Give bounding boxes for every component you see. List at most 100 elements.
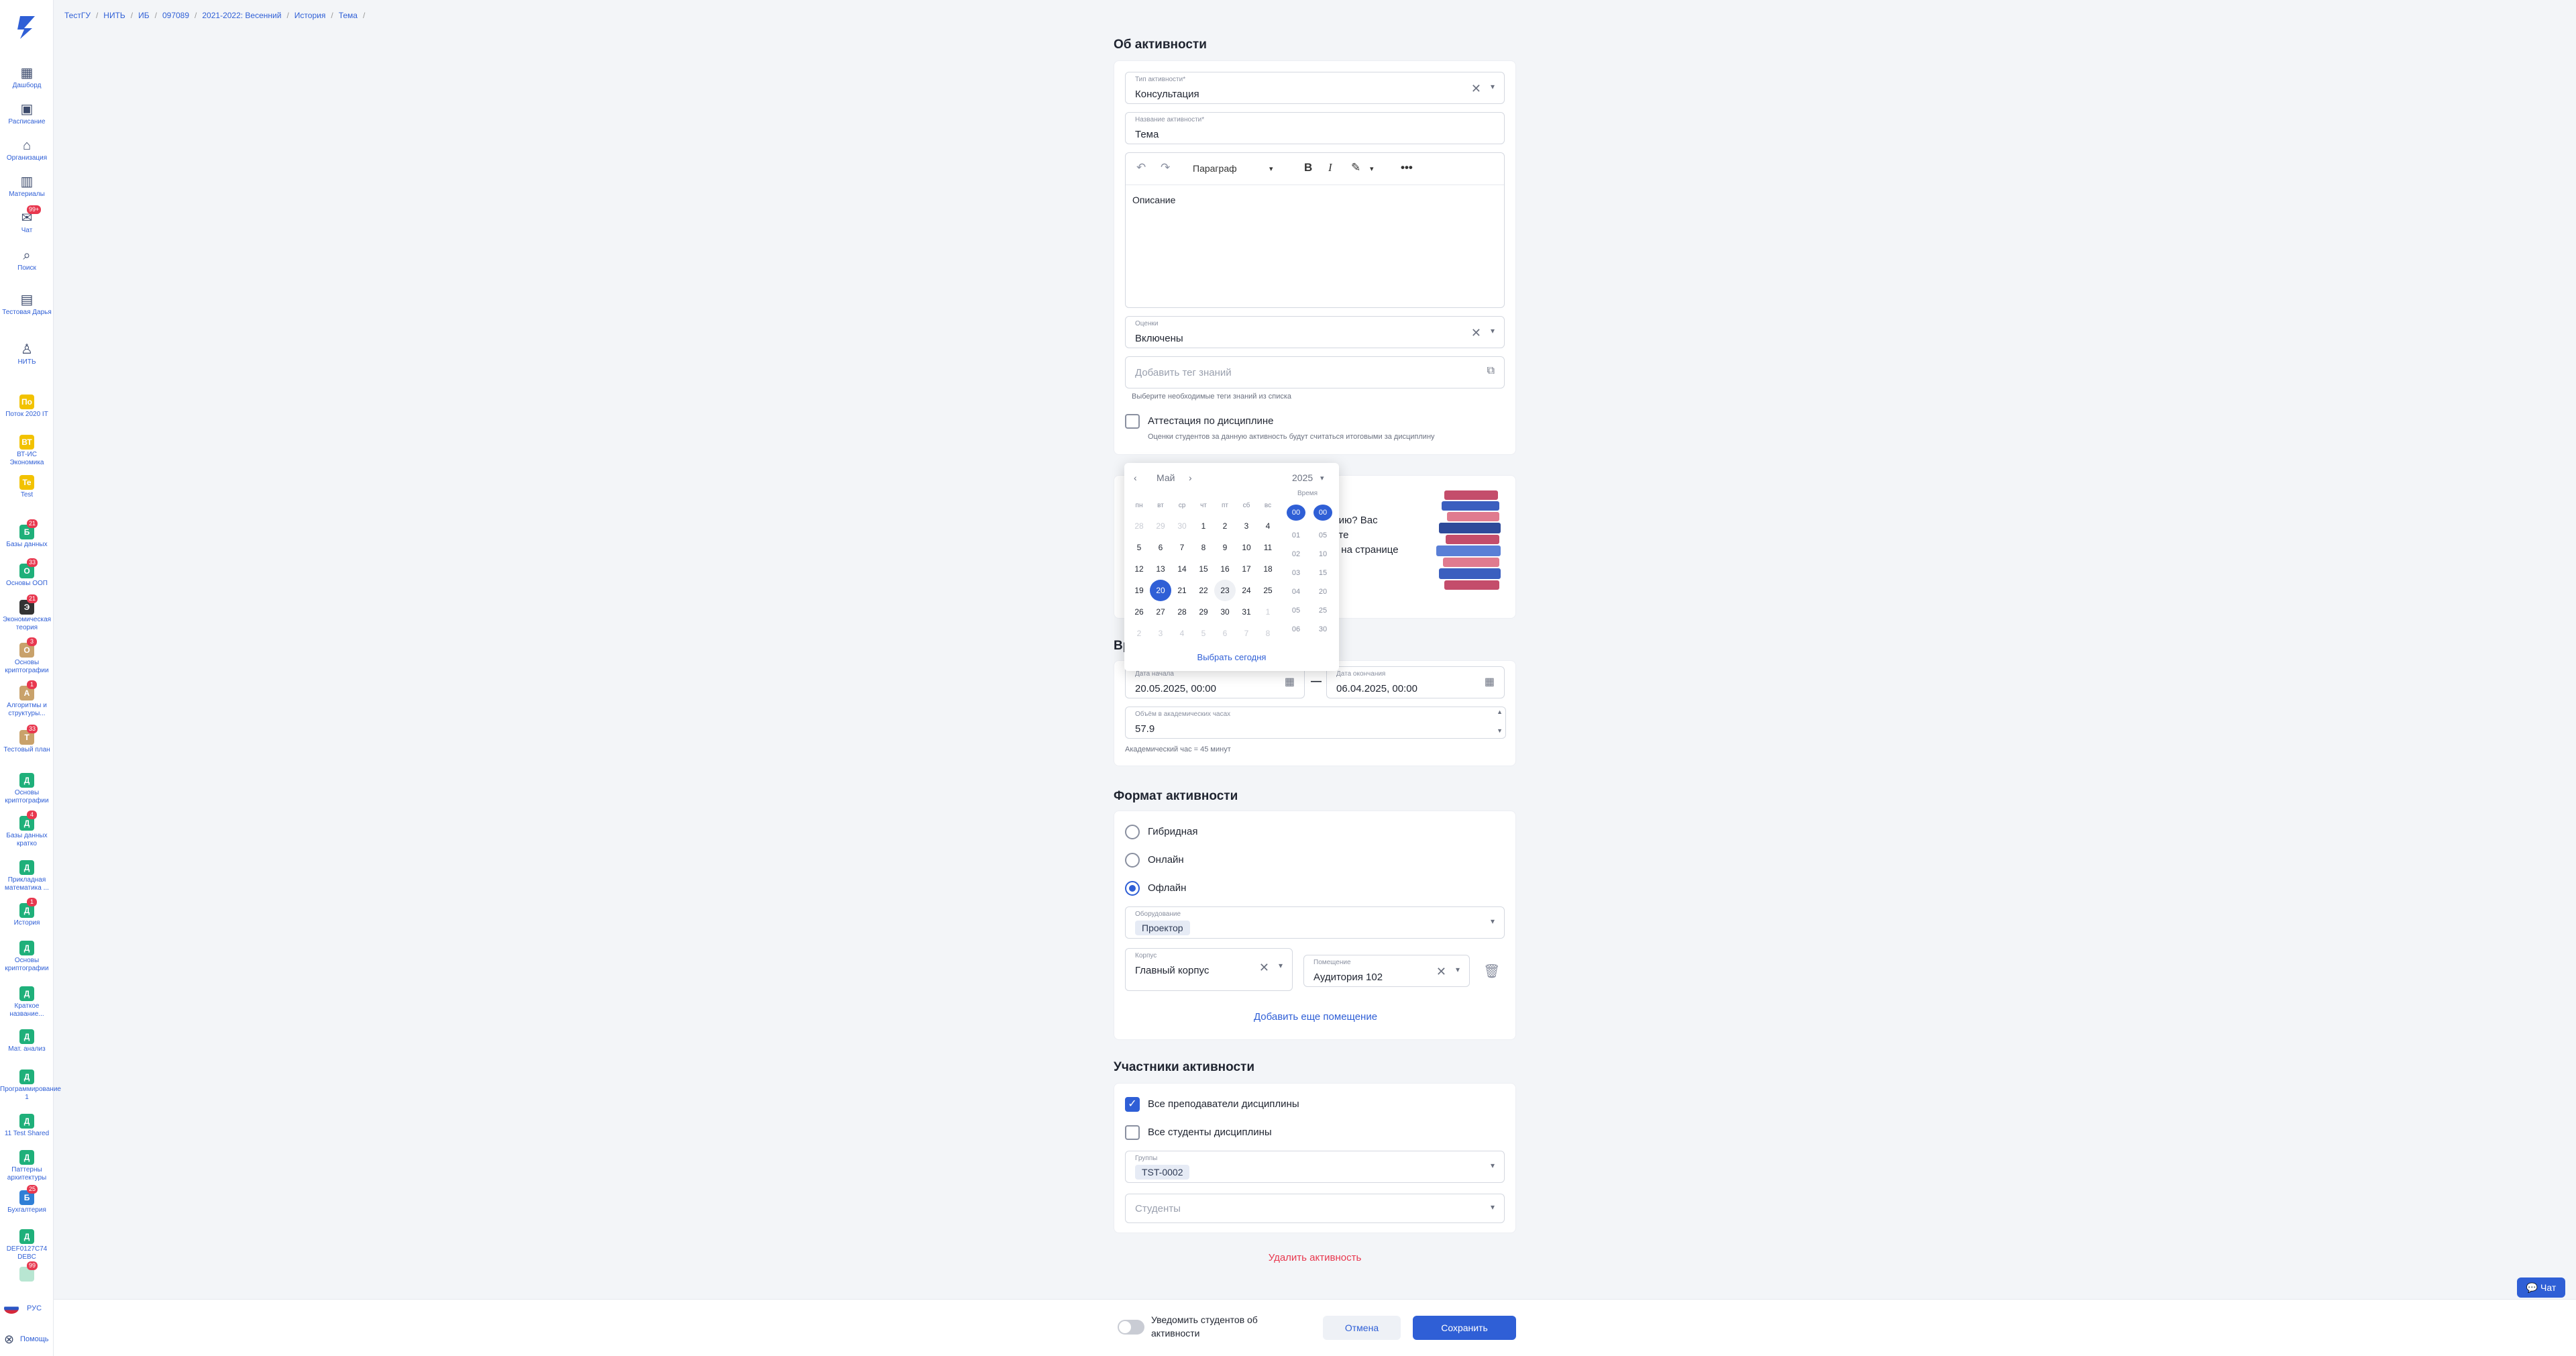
sidebar-item[interactable]: ♙ НИТЬ — [0, 342, 54, 366]
delete-room-icon[interactable]: 🗑 — [1483, 963, 1500, 980]
sidebar-course-item[interactable]: Д 4 Базы данных кратко — [0, 811, 54, 848]
chevron-down-icon[interactable]: ▾ — [1491, 82, 1495, 91]
chevron-down-icon[interactable]: ▾ — [1456, 965, 1460, 974]
calendar-day[interactable]: 2 — [1214, 515, 1236, 537]
calendar-day[interactable]: 8 — [1193, 537, 1214, 558]
sidebar-item[interactable]: ▣ Расписание — [0, 102, 54, 126]
calendar-day[interactable]: 11 — [1257, 537, 1279, 558]
calendar-day[interactable]: 10 — [1236, 537, 1257, 558]
format-offline-radio[interactable] — [1125, 881, 1140, 896]
calendar-day[interactable]: 4 — [1171, 623, 1193, 644]
year-select[interactable]: 2025 — [1292, 472, 1313, 483]
all-students-checkbox[interactable] — [1125, 1125, 1140, 1140]
sidebar-course-item[interactable]: Д Основы криптографии — [0, 773, 54, 805]
calendar-day[interactable]: 18 — [1257, 558, 1279, 580]
students-select[interactable]: Студенты ▾ — [1125, 1194, 1505, 1223]
format-online-radio[interactable] — [1125, 853, 1140, 868]
redo-icon[interactable]: ↷ — [1161, 161, 1170, 174]
prev-month-icon[interactable]: ‹ — [1134, 472, 1137, 483]
delete-activity-link[interactable]: Удалить активность — [1114, 1252, 1516, 1263]
calendar-day[interactable]: 5 — [1128, 537, 1150, 558]
chevron-down-icon[interactable]: ▾ — [1491, 326, 1495, 335]
start-date-field[interactable]: Дата начала 20.05.2025, 00:00 ▦ — [1125, 666, 1305, 698]
calendar-day[interactable]: 6 — [1214, 623, 1236, 644]
cancel-button[interactable]: Отмена — [1323, 1316, 1401, 1340]
breadcrumb-item[interactable]: 2021-2022: Весенний — [202, 11, 281, 20]
groups-select[interactable]: Группы TST-0002 ▾ — [1125, 1151, 1505, 1183]
equipment-tag[interactable]: Проектор — [1135, 921, 1190, 935]
notify-students-toggle[interactable] — [1118, 1320, 1144, 1335]
calendar-day[interactable]: 30 — [1171, 515, 1193, 537]
minute-option[interactable]: 30 — [1313, 625, 1332, 633]
breadcrumb-item[interactable]: НИТЬ — [103, 11, 125, 20]
calendar-day[interactable]: 7 — [1171, 537, 1193, 558]
academic-hours-field[interactable]: Объём в академических часах 57.9 ▲ ▼ — [1125, 707, 1506, 739]
hour-option[interactable]: 01 — [1287, 531, 1305, 539]
minute-option[interactable]: 00 — [1313, 505, 1332, 521]
chevron-down-icon[interactable]: ▾ — [1491, 917, 1495, 926]
hour-option[interactable]: 02 — [1287, 550, 1305, 558]
breadcrumb-item[interactable]: Тема — [339, 11, 358, 20]
calendar-day[interactable]: 17 — [1236, 558, 1257, 580]
calendar-day[interactable]: 26 — [1128, 601, 1150, 623]
calendar-day[interactable]: 25 — [1257, 580, 1279, 601]
chevron-down-icon[interactable]: ▾ — [1269, 164, 1273, 173]
sidebar-course-item[interactable]: Д Краткое название... — [0, 986, 54, 1019]
sidebar-course-item[interactable]: Б 21 Базы данных — [0, 519, 54, 549]
breadcrumb-item[interactable]: 097089 — [162, 11, 189, 20]
calendar-day[interactable]: 30 — [1214, 601, 1236, 623]
room-select[interactable]: Помещение Аудитория 102 ✕ ▾ — [1303, 955, 1470, 987]
minute-option[interactable]: 05 — [1313, 531, 1332, 539]
sidebar-course-item[interactable]: Э 21 Экономическая теория — [0, 594, 54, 632]
calendar-day[interactable]: 12 — [1128, 558, 1150, 580]
minute-option[interactable]: 25 — [1313, 607, 1332, 615]
calendar-day[interactable]: 4 — [1257, 515, 1279, 537]
hour-option[interactable]: 00 — [1287, 505, 1305, 521]
group-tag[interactable]: TST-0002 — [1135, 1165, 1190, 1180]
sidebar-course-item[interactable]: По Поток 2020 IT — [0, 395, 54, 419]
calendar-day[interactable]: 28 — [1171, 601, 1193, 623]
hour-option[interactable]: 04 — [1287, 588, 1305, 596]
italic-icon[interactable]: I — [1328, 161, 1332, 174]
sidebar-course-item[interactable]: Д Прикладная математика ... — [0, 860, 54, 892]
more-icon[interactable]: ••• — [1401, 161, 1413, 174]
format-hybrid-radio[interactable] — [1125, 825, 1140, 839]
sidebar-course-item[interactable]: Д 11 Test Shared — [0, 1114, 54, 1138]
calendar-day[interactable]: 29 — [1150, 515, 1171, 537]
calendar-day[interactable]: 16 — [1214, 558, 1236, 580]
knowledge-tags-input[interactable]: Добавить тег знаний ⧉ — [1125, 356, 1505, 388]
breadcrumb-item[interactable]: История — [294, 11, 326, 20]
sidebar-course-item[interactable]: Б 25 Бухгалтерия — [0, 1185, 54, 1214]
add-room-link[interactable]: Добавить еще помещение — [1114, 1011, 1517, 1023]
chevron-down-icon[interactable]: ▾ — [1491, 1202, 1495, 1212]
month-label[interactable]: Май — [1157, 472, 1175, 483]
calendar-day[interactable]: 20 — [1150, 580, 1171, 601]
sidebar-course-item[interactable]: Te Test — [0, 475, 54, 499]
sidebar-course-item[interactable]: А 1 Алгоритмы и структуры... — [0, 680, 54, 718]
sidebar-course-item[interactable]: Д Программирование 1 — [0, 1070, 61, 1102]
minute-option[interactable]: 20 — [1313, 588, 1332, 596]
activity-type-select[interactable]: Тип активности* Консультация ✕ ▾ — [1125, 72, 1505, 104]
minute-option[interactable]: 10 — [1313, 550, 1332, 558]
calendar-day[interactable]: 31 — [1236, 601, 1257, 623]
building-select[interactable]: Корпус Главный корпус ✕ ▾ — [1125, 948, 1293, 991]
sidebar-item[interactable]: ⌕ Поиск — [0, 248, 54, 272]
calendar-day[interactable]: 1 — [1193, 515, 1214, 537]
calendar-day[interactable]: 21 — [1171, 580, 1193, 601]
sidebar-item[interactable]: ⌂ Организация — [0, 138, 54, 162]
bold-icon[interactable]: B — [1304, 161, 1312, 174]
hour-option[interactable]: 03 — [1287, 569, 1305, 577]
sidebar-course-item[interactable]: О 33 Основы ООП — [0, 558, 54, 588]
paragraph-style-select[interactable]: Параграф — [1193, 163, 1237, 174]
sidebar-course-item[interactable]: Д DEF0127С74 DEBC — [0, 1229, 54, 1261]
calendar-day[interactable]: 29 — [1193, 601, 1214, 623]
sidebar-item[interactable]: ✉ 99+ Чат — [0, 205, 54, 235]
sidebar-course-item[interactable]: О 3 Основы криптографии — [0, 637, 54, 675]
calendar-day[interactable]: 5 — [1193, 623, 1214, 644]
clear-icon[interactable]: ✕ — [1259, 961, 1269, 975]
clear-icon[interactable]: ✕ — [1471, 82, 1481, 96]
grades-select[interactable]: Оценки Включены ✕ ▾ — [1125, 316, 1505, 348]
sidebar-course-item[interactable]: ВТ ВТ-ИС Экономика — [0, 435, 54, 467]
sidebar-item[interactable]: ▦ Дашборд — [0, 66, 54, 90]
highlight-icon[interactable]: ✎ — [1351, 161, 1360, 174]
